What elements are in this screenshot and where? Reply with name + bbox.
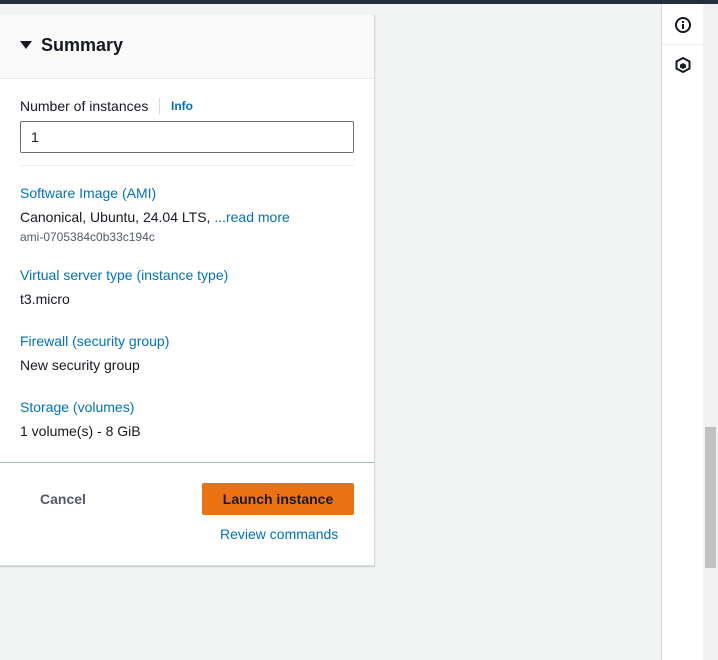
right-tool-rail	[661, 4, 704, 660]
storage-link[interactable]: Storage (volumes)	[20, 399, 134, 415]
ami-label-link[interactable]: Software Image (AMI)	[20, 185, 156, 201]
review-commands-link[interactable]: Review commands	[220, 526, 338, 542]
summary-title: Summary	[41, 35, 124, 55]
caret-down-icon[interactable]	[20, 41, 32, 49]
divider	[159, 98, 160, 114]
firewall-value: New security group	[20, 357, 140, 373]
info-icon[interactable]	[674, 16, 692, 34]
page-scrollbar[interactable]	[703, 4, 718, 660]
storage-value: 1 volume(s) - 8 GiB	[20, 423, 141, 439]
cancel-button[interactable]: Cancel	[20, 483, 106, 515]
divider	[662, 44, 704, 45]
ami-value: Canonical, Ubuntu, 24.04 LTS, ...read mo…	[20, 209, 290, 225]
summary-header[interactable]: Summary	[0, 15, 374, 79]
cube-icon[interactable]	[674, 56, 692, 74]
info-link[interactable]: Info	[171, 99, 193, 113]
ami-id: ami-0705384c0b33c194c	[20, 230, 155, 244]
ami-name: Canonical, Ubuntu, 24.04 LTS,	[20, 209, 215, 225]
instances-label: Number of instances	[20, 98, 149, 114]
read-more-link[interactable]: ...read more	[214, 209, 289, 225]
divider	[0, 462, 374, 463]
firewall-link[interactable]: Firewall (security group)	[20, 333, 169, 349]
scrollbar-thumb[interactable]	[705, 427, 716, 568]
instance-type-value: t3.micro	[20, 291, 70, 307]
launch-instance-button[interactable]: Launch instance	[202, 483, 354, 515]
instances-input[interactable]	[20, 121, 354, 153]
instance-type-link[interactable]: Virtual server type (instance type)	[20, 267, 228, 283]
divider	[20, 165, 354, 166]
top-nav-bar	[0, 0, 718, 4]
